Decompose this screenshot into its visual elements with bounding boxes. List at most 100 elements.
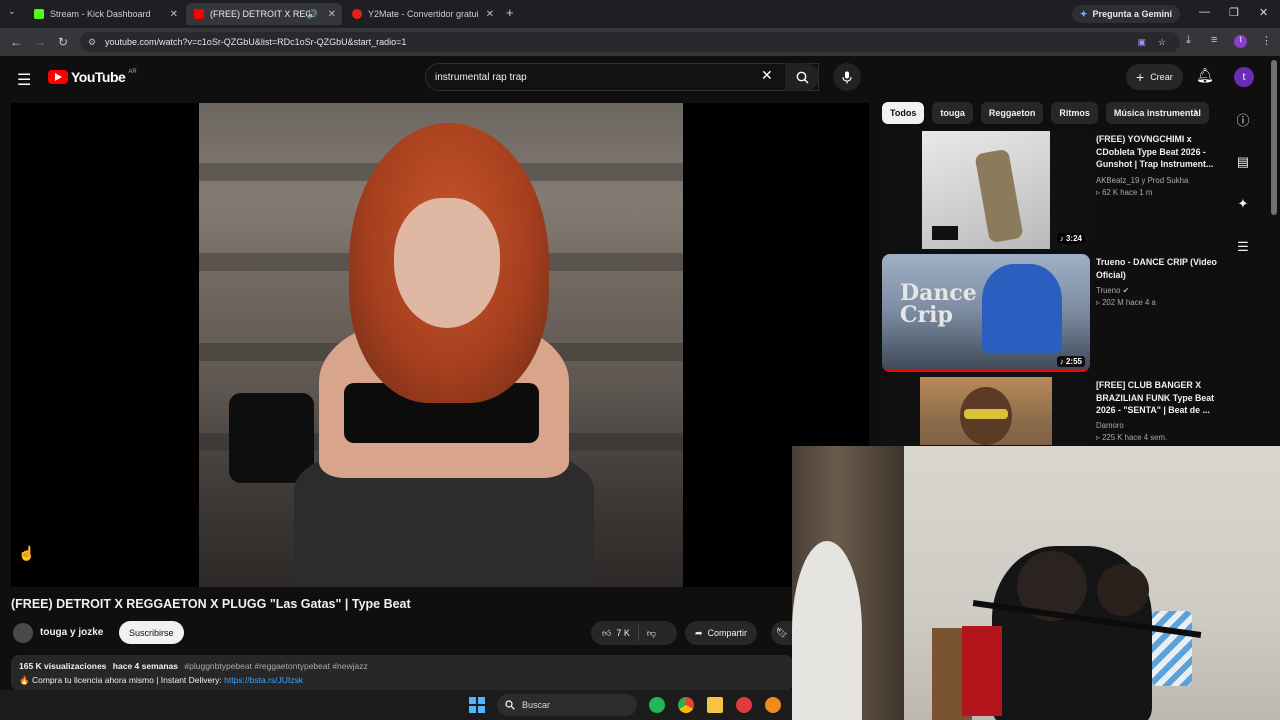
notifications-bell-icon[interactable]: 🔔︎ [1196, 67, 1214, 84]
channel-name[interactable]: touga y jozke [40, 627, 103, 638]
app-icon[interactable] [736, 697, 752, 713]
thumbs-down-icon: 👎︎ [646, 627, 657, 638]
video-thumbnail[interactable]: Dance Crip ♪ 2:55 [882, 254, 1090, 372]
clear-search-icon[interactable]: ✕ [761, 67, 773, 84]
reload-icon[interactable]: ↻ [58, 35, 68, 49]
chip-ritmos[interactable]: Ritmos [1051, 102, 1098, 124]
account-avatar[interactable]: t [1234, 67, 1254, 87]
close-tab-icon[interactable]: ✕ [486, 9, 494, 20]
address-bar[interactable]: ⚙ youtube.com/watch?v=c1oSr-QZGbU&list=R… [80, 32, 1180, 52]
y2mate-favicon-icon [352, 9, 362, 19]
info-icon[interactable]: ⓘ [1232, 110, 1254, 129]
search-icon [796, 71, 808, 83]
menu-icon[interactable]: ☰ [17, 70, 31, 90]
recommendation-item[interactable]: Dance Crip ♪ 2:55 Trueno - DANCE CRIP (Vi… [882, 254, 1222, 372]
recommendation-title: [FREE] CLUB BANGER X BRAZILIAN FUNK Type… [1096, 380, 1215, 415]
recommendation-item[interactable]: ♪ 3:24 (FREE) YOVNGCHIMI x CDobleta Type… [882, 131, 1222, 249]
windows-taskbar: Buscar [0, 690, 792, 720]
share-button[interactable]: ➦ Compartir [685, 621, 758, 645]
tab-list-icon[interactable]: ⌄ [8, 6, 16, 17]
search-icon [505, 700, 515, 710]
video-title: (FREE) DETROIT X REGGAETON X PLUGG "Las … [11, 597, 411, 611]
search-input[interactable]: instrumental rap trap [425, 63, 819, 91]
description-link[interactable]: https://bsta.rs/JUIzsk [224, 675, 303, 685]
recommendation-stats: ▹ 225 K hace 4 sem. [1096, 433, 1168, 442]
youtube-logo[interactable]: YouTube AR [48, 69, 137, 85]
region-code: AR [128, 69, 137, 75]
file-explorer-icon[interactable] [707, 697, 723, 713]
close-window-icon[interactable]: ✕ [1259, 6, 1268, 19]
scrollbar[interactable] [1271, 60, 1277, 215]
speaker-icon[interactable]: 🔊 [307, 9, 318, 20]
bookmark-icon: 🔖︎ [775, 627, 789, 639]
close-tab-icon[interactable]: ✕ [170, 9, 178, 20]
forward-icon[interactable]: → [34, 35, 46, 49]
profile-avatar[interactable]: t [1234, 35, 1247, 48]
maximize-icon[interactable]: ❐ [1229, 6, 1239, 19]
voice-search-button[interactable] [833, 63, 861, 91]
tab-kick[interactable]: Stream - Kick Dashboard ✕ [26, 3, 184, 25]
duration-badge: ♪ 2:55 [1056, 356, 1085, 367]
search-value: instrumental rap trap [435, 71, 527, 83]
windows-start-icon[interactable] [469, 697, 485, 713]
chevron-right-icon[interactable]: › [1194, 106, 1198, 118]
search-button[interactable] [785, 63, 819, 91]
webcam-overlay [792, 446, 1280, 720]
chrome-icon[interactable] [678, 697, 694, 713]
save-button[interactable]: 🔖︎ [771, 621, 793, 645]
ask-gemini-button[interactable]: ✦ Pregunta a Gemini [1071, 5, 1180, 23]
tab-youtube-active[interactable]: (FREE) DETROIT X REGGAETON 🔊 ✕ [186, 3, 342, 25]
chip-touga[interactable]: touga [932, 102, 973, 124]
recommendation-chips: Todos touga Reggaeton Ritmos Música inst… [882, 102, 1212, 124]
video-description[interactable]: 165 K visualizaciones hace 4 semanas #pl… [11, 655, 793, 691]
recommendation-channel: Trueno ✔ [1096, 286, 1130, 295]
minimize-icon[interactable]: — [1199, 6, 1210, 18]
hashtags[interactable]: #pluggnbtypebeat #reggaetontypebeat #new… [184, 661, 367, 671]
fire-icon: 🔥 [19, 675, 30, 685]
recommendation-title: (FREE) YOVNGCHIMI x CDobleta Type Beat 2… [1096, 134, 1214, 169]
create-button[interactable]: + Crear [1126, 64, 1183, 90]
video-player[interactable] [11, 103, 869, 587]
queue-icon[interactable]: ☰ [1232, 239, 1254, 255]
bookmark-star-icon[interactable]: ☆ [1158, 37, 1166, 48]
chip-reggaeton[interactable]: Reggaeton [980, 102, 1044, 124]
taskbar-search[interactable]: Buscar [497, 694, 637, 716]
spotify-icon[interactable] [649, 697, 665, 713]
download-icon[interactable]: ⤓ [1186, 34, 1191, 47]
kick-favicon-icon [34, 9, 44, 19]
tab-y2mate[interactable]: Y2Mate - Convertidor gratuito ✕ [344, 3, 500, 25]
chat-icon[interactable]: ▤ [1232, 154, 1254, 170]
dislike-button[interactable]: 👎︎ [639, 628, 656, 639]
cast-icon[interactable]: ▣ [1137, 37, 1146, 48]
subscribe-button[interactable]: Suscribirse [119, 621, 184, 644]
thumbs-up-icon: 👍︎ [602, 627, 612, 638]
duration-badge: ♪ 3:24 [1056, 233, 1085, 244]
chip-todos[interactable]: Todos [882, 102, 925, 124]
mouse-cursor-icon: ☝ [18, 545, 36, 561]
app-icon-2[interactable] [765, 697, 781, 713]
recommendation-stats: ▹ 202 M hace 4 a [1096, 298, 1156, 307]
browser-menu-icon[interactable]: ⋮ [1261, 34, 1272, 47]
share-arrow-icon: ➦ [695, 627, 703, 638]
taskbar-search-label: Buscar [522, 700, 551, 710]
upload-age: hace 4 semanas [112, 661, 179, 671]
back-icon[interactable]: ← [10, 35, 22, 49]
microphone-icon [842, 71, 852, 83]
site-info-icon[interactable]: ⚙ [88, 37, 96, 48]
description-meta: 165 K visualizaciones hace 4 semanas #pl… [19, 661, 785, 671]
sparkle-icon[interactable]: ✦ [1232, 196, 1254, 212]
video-thumbnail[interactable]: ♪ 3:24 [882, 131, 1090, 249]
video-thumbnail[interactable] [882, 377, 1090, 445]
youtube-favicon-icon [194, 9, 204, 19]
share-label: Compartir [707, 628, 748, 638]
gemini-icon: ✦ [1079, 8, 1088, 19]
close-tab-icon[interactable]: ✕ [328, 9, 336, 20]
channel-avatar[interactable] [13, 623, 33, 643]
recommendation-channel: Damoro [1096, 421, 1124, 430]
recommendation-item[interactable]: [FREE] CLUB BANGER X BRAZILIAN FUNK Type… [882, 377, 1222, 445]
new-tab-button[interactable]: + [506, 5, 514, 20]
like-button[interactable]: 👍︎ 7 K [591, 625, 639, 641]
create-label: Crear [1150, 72, 1173, 82]
playlist-icon[interactable]: ≡ [1211, 34, 1217, 46]
tab-title: Stream - Kick Dashboard [50, 9, 151, 19]
